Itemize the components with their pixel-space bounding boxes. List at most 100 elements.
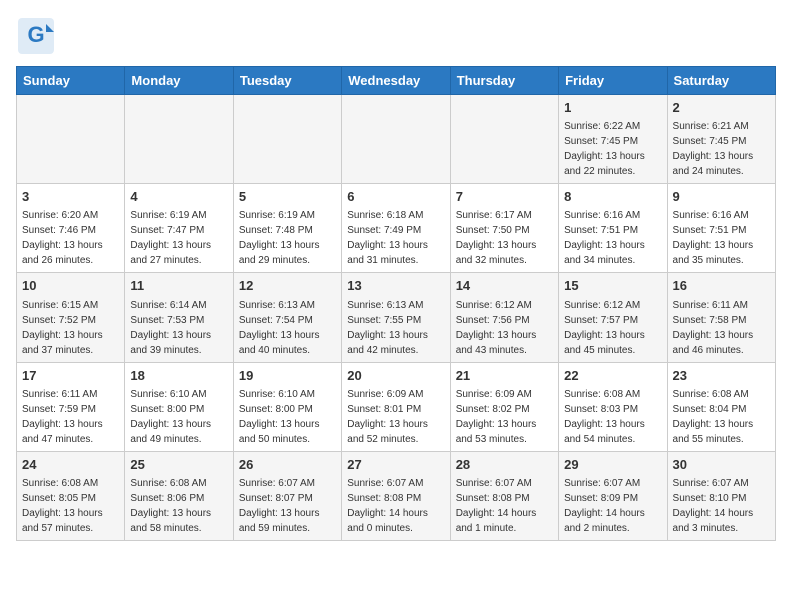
day-info: Sunrise: 6:11 AM Sunset: 7:59 PM Dayligh… xyxy=(22,389,103,445)
day-info: Sunrise: 6:21 AM Sunset: 7:45 PM Dayligh… xyxy=(673,121,754,177)
col-header-friday: Friday xyxy=(559,67,667,95)
day-number: 5 xyxy=(239,188,336,206)
calendar-cell xyxy=(125,95,233,184)
col-header-monday: Monday xyxy=(125,67,233,95)
day-info: Sunrise: 6:08 AM Sunset: 8:06 PM Dayligh… xyxy=(130,478,211,534)
day-number: 14 xyxy=(456,277,553,295)
calendar-cell: 22 Sunrise: 6:08 AM Sunset: 8:03 PM Dayli… xyxy=(559,362,667,451)
day-number: 12 xyxy=(239,277,336,295)
day-number: 23 xyxy=(673,367,770,385)
page-header: G xyxy=(16,16,776,56)
day-info: Sunrise: 6:07 AM Sunset: 8:07 PM Dayligh… xyxy=(239,478,320,534)
day-number: 16 xyxy=(673,277,770,295)
calendar-cell: 2 Sunrise: 6:21 AM Sunset: 7:45 PM Daylig… xyxy=(667,95,775,184)
calendar-cell: 8 Sunrise: 6:16 AM Sunset: 7:51 PM Daylig… xyxy=(559,184,667,273)
calendar-cell: 15 Sunrise: 6:12 AM Sunset: 7:57 PM Dayli… xyxy=(559,273,667,362)
calendar-cell: 1 Sunrise: 6:22 AM Sunset: 7:45 PM Daylig… xyxy=(559,95,667,184)
day-number: 10 xyxy=(22,277,119,295)
day-number: 28 xyxy=(456,456,553,474)
day-info: Sunrise: 6:09 AM Sunset: 8:01 PM Dayligh… xyxy=(347,389,428,445)
calendar-cell xyxy=(233,95,341,184)
logo-icon: G xyxy=(16,16,56,56)
calendar-cell: 29 Sunrise: 6:07 AM Sunset: 8:09 PM Dayli… xyxy=(559,451,667,540)
day-info: Sunrise: 6:08 AM Sunset: 8:05 PM Dayligh… xyxy=(22,478,103,534)
day-info: Sunrise: 6:11 AM Sunset: 7:58 PM Dayligh… xyxy=(673,300,754,356)
logo: G xyxy=(16,16,60,56)
day-number: 7 xyxy=(456,188,553,206)
day-info: Sunrise: 6:15 AM Sunset: 7:52 PM Dayligh… xyxy=(22,300,103,356)
calendar-cell: 30Sunrise: 6:07 AM Sunset: 8:10 PM Dayli… xyxy=(667,451,775,540)
day-info: Sunrise: 6:07 AM Sunset: 8:09 PM Dayligh… xyxy=(564,478,645,534)
calendar-cell xyxy=(342,95,450,184)
day-info: Sunrise: 6:16 AM Sunset: 7:51 PM Dayligh… xyxy=(673,210,754,266)
col-header-tuesday: Tuesday xyxy=(233,67,341,95)
day-info: Sunrise: 6:18 AM Sunset: 7:49 PM Dayligh… xyxy=(347,210,428,266)
day-info: Sunrise: 6:19 AM Sunset: 7:47 PM Dayligh… xyxy=(130,210,211,266)
day-info: Sunrise: 6:13 AM Sunset: 7:55 PM Dayligh… xyxy=(347,300,428,356)
day-number: 20 xyxy=(347,367,444,385)
day-info: Sunrise: 6:22 AM Sunset: 7:45 PM Dayligh… xyxy=(564,121,645,177)
calendar-cell: 26 Sunrise: 6:07 AM Sunset: 8:07 PM Dayli… xyxy=(233,451,341,540)
day-info: Sunrise: 6:19 AM Sunset: 7:48 PM Dayligh… xyxy=(239,210,320,266)
calendar-cell: 10 Sunrise: 6:15 AM Sunset: 7:52 PM Dayli… xyxy=(17,273,125,362)
calendar-cell: 12 Sunrise: 6:13 AM Sunset: 7:54 PM Dayli… xyxy=(233,273,341,362)
calendar-cell: 4 Sunrise: 6:19 AM Sunset: 7:47 PM Daylig… xyxy=(125,184,233,273)
day-info: Sunrise: 6:17 AM Sunset: 7:50 PM Dayligh… xyxy=(456,210,537,266)
day-info: Sunrise: 6:07 AM Sunset: 8:08 PM Dayligh… xyxy=(347,478,428,534)
day-number: 13 xyxy=(347,277,444,295)
calendar-cell: 9 Sunrise: 6:16 AM Sunset: 7:51 PM Daylig… xyxy=(667,184,775,273)
day-info: Sunrise: 6:12 AM Sunset: 7:57 PM Dayligh… xyxy=(564,300,645,356)
calendar-cell: 16 Sunrise: 6:11 AM Sunset: 7:58 PM Dayli… xyxy=(667,273,775,362)
day-number: 22 xyxy=(564,367,661,385)
day-number: 8 xyxy=(564,188,661,206)
calendar-cell: 27 Sunrise: 6:07 AM Sunset: 8:08 PM Dayli… xyxy=(342,451,450,540)
calendar-table: SundayMondayTuesdayWednesdayThursdayFrid… xyxy=(16,66,776,541)
col-header-thursday: Thursday xyxy=(450,67,558,95)
calendar-header-row: SundayMondayTuesdayWednesdayThursdayFrid… xyxy=(17,67,776,95)
calendar-cell: 18Sunrise: 6:10 AM Sunset: 8:00 PM Dayli… xyxy=(125,362,233,451)
day-info: Sunrise: 6:14 AM Sunset: 7:53 PM Dayligh… xyxy=(130,300,211,356)
calendar-cell: 19 Sunrise: 6:10 AM Sunset: 8:00 PM Dayli… xyxy=(233,362,341,451)
calendar-week-5: 24 Sunrise: 6:08 AM Sunset: 8:05 PM Dayli… xyxy=(17,451,776,540)
svg-text:G: G xyxy=(27,22,44,47)
day-number: 25 xyxy=(130,456,227,474)
calendar-cell: 7 Sunrise: 6:17 AM Sunset: 7:50 PM Daylig… xyxy=(450,184,558,273)
day-number: 1 xyxy=(564,99,661,117)
calendar-week-1: 1 Sunrise: 6:22 AM Sunset: 7:45 PM Daylig… xyxy=(17,95,776,184)
calendar-cell: 14 Sunrise: 6:12 AM Sunset: 7:56 PM Dayli… xyxy=(450,273,558,362)
day-info: Sunrise: 6:08 AM Sunset: 8:03 PM Dayligh… xyxy=(564,389,645,445)
day-number: 2 xyxy=(673,99,770,117)
col-header-saturday: Saturday xyxy=(667,67,775,95)
day-number: 21 xyxy=(456,367,553,385)
day-number: 4 xyxy=(130,188,227,206)
day-number: 29 xyxy=(564,456,661,474)
day-number: 27 xyxy=(347,456,444,474)
day-info: Sunrise: 6:12 AM Sunset: 7:56 PM Dayligh… xyxy=(456,300,537,356)
day-number: 24 xyxy=(22,456,119,474)
day-info: Sunrise: 6:10 AM Sunset: 8:00 PM Dayligh… xyxy=(239,389,320,445)
day-info: Sunrise: 6:10 AM Sunset: 8:00 PM Dayligh… xyxy=(130,389,211,445)
calendar-week-2: 3 Sunrise: 6:20 AM Sunset: 7:46 PM Daylig… xyxy=(17,184,776,273)
calendar-cell: 20 Sunrise: 6:09 AM Sunset: 8:01 PM Dayli… xyxy=(342,362,450,451)
calendar-cell: 6 Sunrise: 6:18 AM Sunset: 7:49 PM Daylig… xyxy=(342,184,450,273)
day-number: 11 xyxy=(130,277,227,295)
calendar-cell: 11 Sunrise: 6:14 AM Sunset: 7:53 PM Dayli… xyxy=(125,273,233,362)
calendar-cell: 24 Sunrise: 6:08 AM Sunset: 8:05 PM Dayli… xyxy=(17,451,125,540)
col-header-sunday: Sunday xyxy=(17,67,125,95)
calendar-cell: 28Sunrise: 6:07 AM Sunset: 8:08 PM Dayli… xyxy=(450,451,558,540)
day-info: Sunrise: 6:13 AM Sunset: 7:54 PM Dayligh… xyxy=(239,300,320,356)
day-number: 26 xyxy=(239,456,336,474)
calendar-cell: 25 Sunrise: 6:08 AM Sunset: 8:06 PM Dayli… xyxy=(125,451,233,540)
col-header-wednesday: Wednesday xyxy=(342,67,450,95)
day-number: 6 xyxy=(347,188,444,206)
calendar-cell: 23 Sunrise: 6:08 AM Sunset: 8:04 PM Dayli… xyxy=(667,362,775,451)
calendar-week-4: 17 Sunrise: 6:11 AM Sunset: 7:59 PM Dayli… xyxy=(17,362,776,451)
day-number: 15 xyxy=(564,277,661,295)
day-number: 3 xyxy=(22,188,119,206)
day-info: Sunrise: 6:16 AM Sunset: 7:51 PM Dayligh… xyxy=(564,210,645,266)
day-info: Sunrise: 6:08 AM Sunset: 8:04 PM Dayligh… xyxy=(673,389,754,445)
day-number: 19 xyxy=(239,367,336,385)
day-number: 9 xyxy=(673,188,770,206)
day-info: Sunrise: 6:20 AM Sunset: 7:46 PM Dayligh… xyxy=(22,210,103,266)
day-number: 17 xyxy=(22,367,119,385)
